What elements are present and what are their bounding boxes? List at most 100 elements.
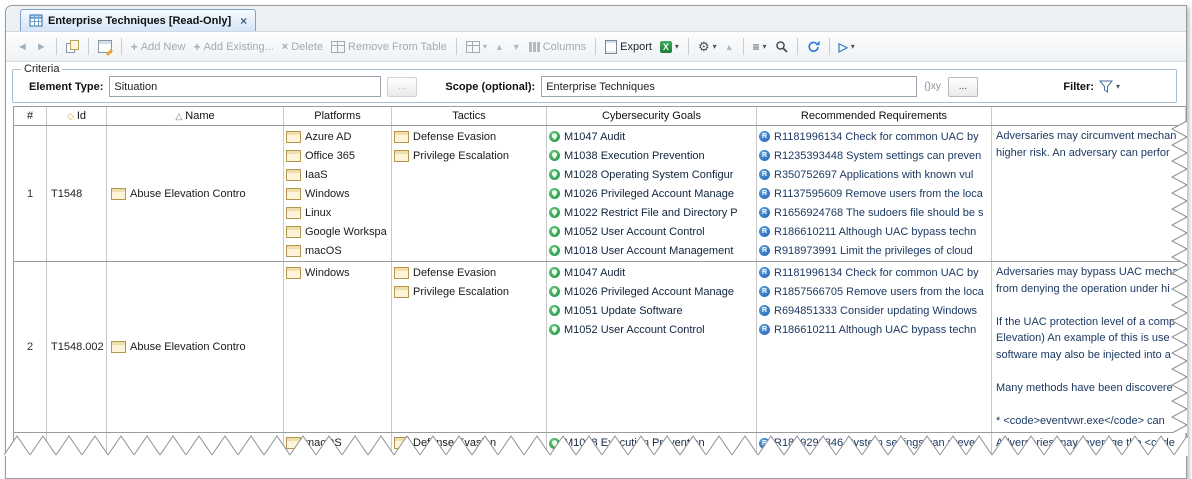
export-button[interactable]: Export: [602, 38, 655, 56]
expression-button[interactable]: {}xy: [923, 81, 942, 92]
goals-cell: M1047 Audit M1038 Execution Prevention M10…: [547, 126, 757, 261]
requirement-icon: R: [759, 207, 770, 218]
tactic-icon: [394, 286, 409, 298]
tactic-icon: [394, 150, 409, 162]
list-item: Azure AD: [286, 127, 389, 146]
report-icon: [605, 40, 617, 54]
table-remove-icon: [331, 41, 345, 53]
header-tactics[interactable]: Tactics: [392, 107, 547, 125]
list-item-label: Linux: [305, 207, 331, 219]
tab-close-icon[interactable]: ×: [240, 14, 247, 28]
list-item-label: R1137595609 Remove users from the loca: [774, 188, 983, 200]
header-recommended-requirements[interactable]: Recommended Requirements: [757, 107, 992, 125]
document-tab[interactable]: Enterprise Techniques [Read-Only] ×: [20, 9, 256, 31]
list-item-label: R186610211 Although UAC bypass techn: [774, 226, 976, 238]
filter-funnel-icon: [1099, 80, 1114, 93]
list-item-label: M1047 Audit: [564, 131, 625, 143]
export-label: Export: [620, 41, 652, 53]
header-label: Cybersecurity Goals: [602, 110, 701, 122]
tab-bar: Enterprise Techniques [Read-Only] ×: [6, 6, 1186, 32]
header-platforms[interactable]: Platforms: [284, 107, 392, 125]
list-item: RR694851333 Consider updating Windows: [759, 301, 989, 320]
row-number-cell: [14, 433, 47, 454]
separator: [121, 38, 122, 55]
list-item: M1038 Execution Prevention: [549, 146, 754, 165]
remove-from-table-label: Remove From Table: [348, 41, 447, 53]
header-id[interactable]: ◇Id: [47, 107, 107, 125]
header-description[interactable]: [992, 107, 1186, 125]
header-cybersecurity-goals[interactable]: Cybersecurity Goals: [547, 107, 757, 125]
filter-button[interactable]: ▾: [1099, 80, 1120, 93]
description-line: Many methods have been discovere: [996, 380, 1181, 397]
list-item: M1026 Privileged Account Manage: [549, 184, 754, 203]
description-line: * <code>eventvwr.exe</code> can: [996, 413, 1181, 430]
list-item-label: M1026 Privileged Account Manage: [564, 286, 734, 298]
sort-ascending-icon: △: [175, 111, 182, 122]
separator: [56, 38, 57, 55]
requirement-icon: R: [759, 131, 770, 142]
header-name[interactable]: △Name: [107, 107, 284, 125]
scope-browse-button[interactable]: ...: [948, 77, 978, 97]
platforms-cell: macOS: [284, 433, 392, 454]
header-number[interactable]: #: [14, 107, 47, 125]
edit-form-button[interactable]: [95, 38, 115, 55]
list-item-label: M1038 Execution Prevention: [564, 150, 705, 162]
forward-icon: ►: [36, 41, 47, 53]
list-item: M1047 Audit: [549, 127, 754, 146]
separator: [88, 38, 89, 55]
list-item-label: R918973991 Limit the privileges of cloud: [774, 245, 973, 257]
list-item-label: Defense Evasion: [413, 131, 496, 143]
criteria-legend: Criteria: [21, 63, 62, 75]
list-item: Privilege Escalation: [394, 146, 544, 165]
requirement-icon: R: [759, 245, 770, 256]
gear-icon: ⚙: [698, 39, 710, 55]
description-cell: Adversaries may bypass UAC mechafrom den…: [992, 262, 1186, 432]
play-icon: ▷: [839, 40, 848, 54]
tactics-cell: Defense Evasion: [392, 433, 547, 454]
separator: [456, 38, 457, 55]
back-icon: ◄: [17, 41, 28, 53]
list-item-label: R1857566705 Remove users from the loca: [774, 286, 984, 298]
table-header: # ◇Id △Name Platforms Tactics Cybersecur…: [13, 106, 1186, 126]
list-item: RR1137595609 Remove users from the loca: [759, 184, 989, 203]
scope-input[interactable]: [541, 76, 917, 97]
list-item: M1052 User Account Control: [549, 222, 754, 241]
move-up-button: ▲: [492, 40, 507, 54]
list-item: Defense Evasion: [394, 434, 544, 453]
platform-icon: [286, 188, 301, 200]
scope-label: Scope (optional):: [445, 81, 535, 93]
description-line: [996, 397, 1181, 414]
mitigation-shield-icon: [549, 169, 560, 180]
mitigation-shield-icon: [549, 305, 560, 316]
delete-button: ×Delete: [279, 39, 326, 55]
add-existing-label: Add Existing...: [203, 41, 273, 53]
refresh-button[interactable]: [804, 38, 823, 55]
tactic-icon: [394, 267, 409, 279]
view-options-button[interactable]: ≡▾: [750, 38, 770, 56]
list-item-label: M1038 Execution Prevention: [564, 437, 705, 449]
row-number-cell: 2: [14, 262, 47, 432]
table-row[interactable]: 2T1548.002Abuse Elevation ControWindowsD…: [13, 262, 1186, 433]
requirement-icon: R: [759, 150, 770, 161]
element-icon: [111, 188, 126, 200]
list-item-label: R694851333 Consider updating Windows: [774, 305, 977, 317]
settings-button[interactable]: ⚙▾: [695, 37, 720, 57]
platform-icon: [286, 169, 301, 181]
filter-label: Filter:: [1063, 81, 1094, 93]
element-type-input[interactable]: [109, 76, 381, 97]
name-cell: [107, 433, 284, 454]
copy-button[interactable]: [63, 38, 82, 55]
table-row[interactable]: 1T1548Abuse Elevation ControAzure ADOffi…: [13, 126, 1186, 262]
delete-icon: ×: [282, 41, 288, 53]
requirement-icon: R: [759, 226, 770, 237]
export-excel-button[interactable]: X▾: [657, 39, 682, 55]
run-button[interactable]: ▷▾: [836, 38, 858, 56]
table-row[interactable]: macOSDefense Evasion M1038 Execution Prev…: [13, 433, 1186, 455]
platform-icon: [286, 150, 301, 162]
list-item: RR1656924768 The sudoers file should be …: [759, 203, 989, 222]
search-button[interactable]: [772, 38, 791, 55]
tactic-icon: [394, 437, 409, 449]
delete-label: Delete: [291, 41, 323, 53]
list-item: RR1857566705 Remove users from the loca: [759, 282, 989, 301]
separator: [743, 38, 744, 55]
